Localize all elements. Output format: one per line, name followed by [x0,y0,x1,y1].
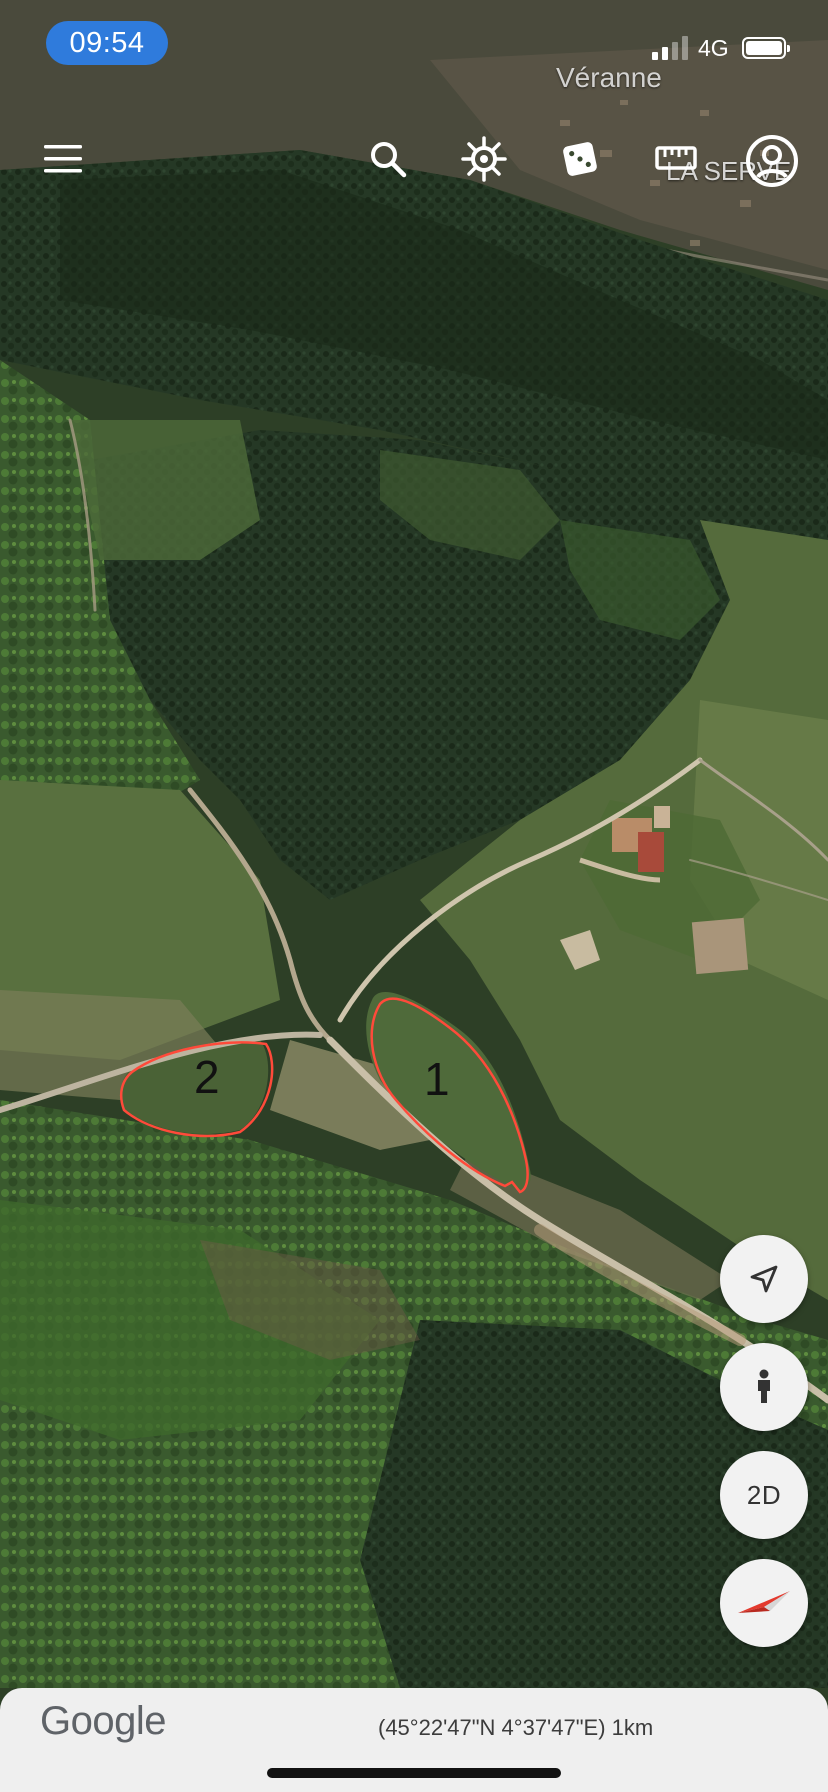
measure-button[interactable] [650,133,702,185]
voyager-helm-icon [461,136,507,182]
pegman-icon [758,1369,770,1403]
status-bar: 09:54 4G [0,0,828,90]
view-mode-toggle[interactable]: 2D [720,1451,808,1539]
satellite-map[interactable] [0,0,828,1792]
compass-button[interactable] [720,1559,808,1647]
my-location-button[interactable] [720,1235,808,1323]
drawn-area-2-label: 2 [194,1051,220,1103]
cellular-signal-icon [652,36,688,60]
search-icon [371,142,407,178]
view-mode-label: 2D [746,1479,782,1510]
compass-icon [738,1591,790,1613]
coordinates-scale-readout: (45°22'47"N 4°37'47"E) 1km [378,1715,654,1740]
google-logo: Google [40,1699,166,1743]
feeling-lucky-button[interactable] [554,133,606,185]
battery-icon [742,37,790,59]
search-button[interactable] [362,133,414,185]
account-icon [746,135,798,187]
home-indicator[interactable] [267,1768,561,1778]
menu-button[interactable] [38,133,90,185]
measure-ruler-icon [655,146,697,170]
status-time: 09:54 [46,21,168,65]
bottom-info-bar: Google (45°22'47"N 4°37'47"E) 1km [0,1688,828,1792]
street-view-button[interactable] [720,1343,808,1431]
voyager-button[interactable] [458,133,510,185]
my-location-arrow-icon [750,1265,778,1293]
feeling-lucky-dice-icon [563,142,597,176]
network-type: 4G [698,35,729,61]
account-button[interactable] [744,133,800,189]
drawn-area-1-label: 1 [424,1053,450,1105]
google-earth-screen: 1 2 Véranne LA SERVE 09:54 4G 2D Google … [0,0,828,1792]
menu-icon [44,145,82,173]
